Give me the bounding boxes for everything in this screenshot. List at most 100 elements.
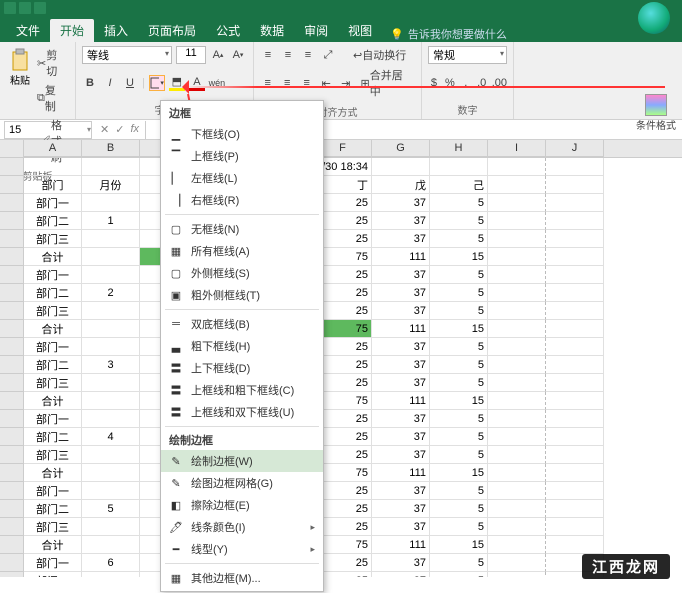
cell[interactable] bbox=[488, 410, 546, 428]
border-none-item[interactable]: ▢无框线(N) bbox=[161, 218, 323, 240]
cell[interactable] bbox=[430, 158, 488, 176]
cell[interactable] bbox=[82, 518, 140, 536]
cell[interactable] bbox=[546, 464, 604, 482]
cell[interactable] bbox=[488, 230, 546, 248]
cell[interactable] bbox=[546, 356, 604, 374]
currency-button[interactable]: $ bbox=[428, 75, 440, 91]
font-family-select[interactable]: 等线▾ bbox=[82, 46, 172, 64]
cell[interactable] bbox=[488, 158, 546, 176]
cell[interactable] bbox=[82, 446, 140, 464]
cell[interactable]: 部门三 bbox=[24, 518, 82, 536]
cell[interactable]: 合计 bbox=[24, 536, 82, 554]
cell[interactable]: 37 bbox=[372, 356, 430, 374]
cell[interactable]: 5 bbox=[430, 212, 488, 230]
cell[interactable] bbox=[546, 212, 604, 230]
cell[interactable] bbox=[488, 572, 546, 577]
cell[interactable]: 5 bbox=[430, 428, 488, 446]
cell[interactable]: 37 bbox=[372, 338, 430, 356]
cell[interactable] bbox=[488, 284, 546, 302]
cell[interactable]: 5 bbox=[430, 284, 488, 302]
cell[interactable] bbox=[546, 338, 604, 356]
cut-button[interactable]: ✂剪切 bbox=[34, 46, 69, 80]
confirm-formula-icon[interactable]: ✓ bbox=[115, 123, 124, 136]
cell[interactable]: 部门一 bbox=[24, 554, 82, 572]
border-all-item[interactable]: ▦所有框线(A) bbox=[161, 240, 323, 262]
cell[interactable]: 37 bbox=[372, 230, 430, 248]
row-header[interactable] bbox=[0, 464, 24, 482]
border-top-bottom-item[interactable]: 〓上下框线(D) bbox=[161, 357, 323, 379]
cell[interactable]: 部门一 bbox=[24, 482, 82, 500]
row-header[interactable] bbox=[0, 446, 24, 464]
cell[interactable]: 37 bbox=[372, 500, 430, 518]
cell[interactable]: 5 bbox=[430, 518, 488, 536]
cell[interactable]: 5 bbox=[430, 554, 488, 572]
cell[interactable] bbox=[82, 158, 140, 176]
cell[interactable]: 部门三 bbox=[24, 230, 82, 248]
cell[interactable]: 5 bbox=[430, 410, 488, 428]
cell[interactable]: 5 bbox=[430, 374, 488, 392]
col-header-I[interactable]: I bbox=[488, 140, 546, 157]
cell[interactable]: 37 bbox=[372, 410, 430, 428]
line-color-item[interactable]: 🖊线条颜色(I)▸ bbox=[161, 516, 323, 538]
cell[interactable]: 5 bbox=[430, 446, 488, 464]
cell[interactable] bbox=[488, 518, 546, 536]
cell[interactable] bbox=[82, 320, 140, 338]
row-header[interactable] bbox=[0, 356, 24, 374]
cell[interactable] bbox=[546, 374, 604, 392]
cell[interactable] bbox=[24, 158, 82, 176]
cell[interactable]: 37 bbox=[372, 302, 430, 320]
cell[interactable]: 15 bbox=[430, 248, 488, 266]
cell[interactable]: 37 bbox=[372, 212, 430, 230]
cell[interactable] bbox=[488, 482, 546, 500]
row-header[interactable] bbox=[0, 320, 24, 338]
erase-border-item[interactable]: ◧擦除边框(E) bbox=[161, 494, 323, 516]
cell[interactable]: 月份 bbox=[82, 176, 140, 194]
row-header[interactable] bbox=[0, 284, 24, 302]
orientation-button[interactable]: ⤢ bbox=[320, 47, 336, 63]
cell[interactable]: 1 bbox=[82, 212, 140, 230]
cell[interactable]: 5 bbox=[430, 500, 488, 518]
tab-insert[interactable]: 插入 bbox=[94, 19, 138, 42]
row-header[interactable] bbox=[0, 302, 24, 320]
font-size-select[interactable]: 11 bbox=[176, 46, 206, 64]
cell[interactable]: 戊 bbox=[372, 176, 430, 194]
cell[interactable]: 部门三 bbox=[24, 302, 82, 320]
bold-button[interactable]: B bbox=[82, 75, 98, 91]
cell[interactable]: 合计 bbox=[24, 248, 82, 266]
cell[interactable]: 5 bbox=[82, 500, 140, 518]
cell[interactable]: 111 bbox=[372, 248, 430, 266]
user-avatar[interactable] bbox=[638, 2, 670, 34]
draw-border-grid-item[interactable]: ✎绘图边框网格(G) bbox=[161, 472, 323, 494]
cell[interactable] bbox=[82, 248, 140, 266]
row-header[interactable] bbox=[0, 482, 24, 500]
cell[interactable] bbox=[372, 158, 430, 176]
col-header-J[interactable]: J bbox=[546, 140, 604, 157]
cell[interactable] bbox=[82, 338, 140, 356]
select-all-corner[interactable] bbox=[0, 140, 24, 158]
cell[interactable]: 合计 bbox=[24, 464, 82, 482]
cell[interactable]: 部门一 bbox=[24, 410, 82, 428]
cell[interactable]: 37 bbox=[372, 428, 430, 446]
italic-button[interactable]: I bbox=[102, 75, 118, 91]
conditional-format-button[interactable]: 条件格式 bbox=[636, 94, 676, 132]
cell[interactable] bbox=[546, 176, 604, 194]
phonetic-button[interactable]: wén bbox=[209, 75, 225, 91]
cell[interactable] bbox=[546, 536, 604, 554]
cell[interactable]: 部门二 bbox=[24, 572, 82, 577]
fx-icon[interactable]: fx bbox=[130, 123, 139, 136]
cell[interactable] bbox=[488, 266, 546, 284]
cell[interactable]: 37 bbox=[372, 194, 430, 212]
cell[interactable]: 37 bbox=[372, 284, 430, 302]
cell[interactable]: 部门二 bbox=[24, 500, 82, 518]
cell[interactable] bbox=[546, 302, 604, 320]
col-header-A[interactable]: A bbox=[24, 140, 82, 157]
cell[interactable] bbox=[82, 194, 140, 212]
increase-font-button[interactable]: A▴ bbox=[210, 47, 226, 63]
row-header[interactable] bbox=[0, 518, 24, 536]
cell[interactable] bbox=[546, 428, 604, 446]
draw-border-item[interactable]: ✎绘制边框(W) bbox=[161, 450, 323, 472]
cell[interactable] bbox=[82, 392, 140, 410]
cell[interactable] bbox=[488, 194, 546, 212]
indent-inc-button[interactable]: ⇥ bbox=[338, 75, 354, 91]
cell[interactable]: 5 bbox=[430, 338, 488, 356]
